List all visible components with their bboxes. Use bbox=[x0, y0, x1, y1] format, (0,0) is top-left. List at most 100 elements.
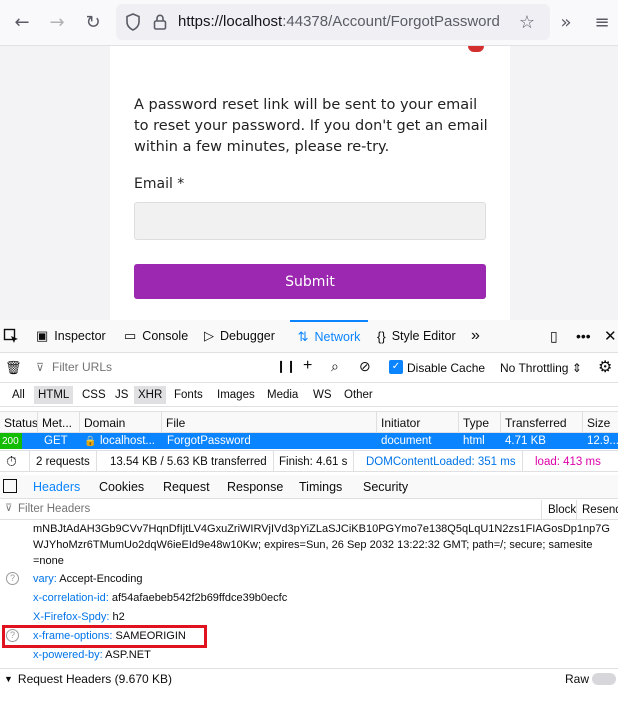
header-x-powered-by[interactable]: x-powered-by: ASP.NET bbox=[33, 647, 151, 663]
cell-size: 12.9... bbox=[587, 435, 618, 447]
url-text[interactable]: https://localhost:44378/Account/ForgotPa… bbox=[178, 13, 500, 30]
header-x-firefox-spdy[interactable]: X-Firefox-Spdy: h2 bbox=[33, 609, 125, 625]
type-images[interactable]: Images bbox=[213, 386, 259, 404]
tab-security[interactable]: Security bbox=[359, 475, 412, 498]
debugger-icon: ▷ bbox=[204, 328, 214, 343]
request-table-header: Status Met... Domain File Initiator Type… bbox=[0, 411, 618, 433]
type-css[interactable]: CSS bbox=[78, 386, 110, 404]
cookie-value-line: WJYhoMzr6TMumUo2dqW6ieEId9e48w10Kw; expi… bbox=[33, 539, 593, 551]
style-editor-icon: {} bbox=[377, 328, 386, 344]
type-other[interactable]: Other bbox=[340, 386, 377, 404]
type-ws[interactable]: WS bbox=[309, 386, 336, 404]
close-devtools-icon[interactable]: ✕ bbox=[604, 320, 617, 352]
header-vary[interactable]: vary: Accept-Encoding bbox=[33, 571, 142, 587]
type-js[interactable]: JS bbox=[111, 386, 132, 404]
forward-icon[interactable]: → bbox=[45, 10, 69, 34]
highlight-box bbox=[2, 625, 207, 648]
cell-domain: localhost... bbox=[100, 435, 155, 447]
raw-label: Raw bbox=[565, 672, 590, 686]
browser-toolbar: ← → ↻ https://localhost:44378/Account/Fo… bbox=[0, 0, 618, 46]
summary-size: 13.54 KB / 5.63 KB transferred bbox=[104, 451, 274, 472]
tab-console[interactable]: ▭ Console bbox=[124, 320, 188, 352]
headers-filter-bar: ⊽ Filter Headers Block Resend bbox=[0, 500, 618, 520]
tab-network[interactable]: ⇅ Network bbox=[290, 320, 368, 352]
type-media[interactable]: Media bbox=[263, 386, 302, 404]
col-initiator[interactable]: Initiator bbox=[377, 412, 459, 433]
network-icon: ⇅ bbox=[297, 329, 309, 344]
element-picker-icon[interactable] bbox=[3, 328, 19, 344]
block-icon[interactable]: ⊘ bbox=[359, 358, 371, 375]
devtools-panel: ▣ Inspector ▭ Console ▷ Debugger ⇅ Network {… bbox=[0, 320, 618, 709]
tab-headers[interactable]: Headers bbox=[29, 475, 84, 498]
type-fonts[interactable]: Fonts bbox=[170, 386, 207, 404]
bookmark-star-icon[interactable]: ☆ bbox=[515, 10, 539, 34]
col-type[interactable]: Type bbox=[459, 412, 501, 433]
trash-icon[interactable]: 🗑 bbox=[5, 360, 22, 376]
tab-debugger[interactable]: ▷ Debugger bbox=[204, 320, 275, 352]
col-status[interactable]: Status bbox=[0, 412, 38, 433]
lock-icon[interactable] bbox=[152, 13, 168, 31]
email-field[interactable] bbox=[134, 202, 486, 240]
type-filter-bar: All HTML CSS JS XHR Fonts Images Media W… bbox=[0, 383, 618, 407]
request-headers-label: Request Headers (9.670 KB) bbox=[17, 671, 173, 686]
cookie-value-line: =none bbox=[33, 555, 64, 567]
flag-icon[interactable] bbox=[468, 46, 484, 52]
overflow-chevron-icon[interactable]: » bbox=[554, 10, 578, 34]
filter-icon: ⊽ bbox=[5, 503, 13, 514]
add-icon[interactable]: + bbox=[303, 357, 312, 375]
cell-transferred: 4.71 KB bbox=[505, 435, 546, 447]
submit-button[interactable]: Submit bbox=[134, 264, 486, 299]
pause-icon[interactable]: ❙❙ bbox=[276, 359, 296, 373]
shield-icon[interactable] bbox=[125, 13, 141, 31]
help-icon[interactable]: ? bbox=[6, 572, 19, 585]
screenshot-root: ← → ↻ https://localhost:44378/Account/Fo… bbox=[0, 0, 618, 709]
menu-icon[interactable]: ≡ bbox=[590, 10, 614, 34]
more-tabs-icon[interactable]: » bbox=[471, 320, 480, 352]
col-method[interactable]: Met... bbox=[38, 412, 80, 433]
toggle-sidebar-icon[interactable] bbox=[3, 479, 17, 493]
filter-headers-input[interactable]: Filter Headers bbox=[18, 503, 90, 515]
tab-request[interactable]: Request bbox=[159, 475, 214, 498]
summary-finish: Finish: 4.61 s bbox=[273, 451, 355, 472]
request-detail-tabs: Headers Cookies Request Response Timings… bbox=[0, 475, 618, 499]
reset-instructions: A password reset link will be sent to yo… bbox=[134, 97, 488, 155]
tab-style-editor[interactable]: {} Style Editor bbox=[377, 320, 456, 352]
summary-requests: 2 requests bbox=[30, 451, 97, 472]
throttling-select[interactable]: No Throttling ⇕ bbox=[500, 361, 582, 375]
summary-domcontentloaded: DOMContentLoaded: 351 ms bbox=[360, 451, 523, 472]
devtools-tabbar: ▣ Inspector ▭ Console ▷ Debugger ⇅ Network {… bbox=[0, 320, 618, 353]
header-x-correlation-id[interactable]: x-correlation-id: af54afaebeb542f2b69ffd… bbox=[33, 590, 287, 606]
resend-button[interactable]: Resend bbox=[576, 500, 618, 520]
back-icon[interactable]: ← bbox=[10, 10, 34, 34]
dock-icon[interactable]: ▯ bbox=[550, 320, 558, 352]
filter-icon: ⊽ bbox=[36, 362, 45, 374]
inspector-icon: ▣ bbox=[36, 328, 49, 343]
type-html[interactable]: HTML bbox=[34, 386, 74, 404]
tab-cookies[interactable]: Cookies bbox=[95, 475, 148, 498]
tab-inspector[interactable]: ▣ Inspector bbox=[36, 320, 106, 352]
type-xhr[interactable]: XHR bbox=[134, 386, 167, 404]
block-button[interactable]: Block bbox=[541, 500, 576, 520]
gear-icon[interactable]: ⚙ bbox=[598, 357, 612, 377]
tab-response[interactable]: Response bbox=[223, 475, 287, 498]
options-icon[interactable]: ••• bbox=[576, 320, 591, 352]
raw-toggle[interactable] bbox=[592, 673, 616, 685]
search-icon[interactable]: ⌕ bbox=[331, 358, 339, 375]
type-all[interactable]: All bbox=[8, 386, 29, 404]
url-bar[interactable]: https://localhost:44378/Account/ForgotPa… bbox=[116, 4, 550, 40]
network-filterbar: 🗑 ⊽ Filter URLs ❙❙ + ⌕ ⊘ ✓ Disable Cache… bbox=[0, 353, 618, 383]
table-row[interactable]: 200 GET 🔒 localhost... ForgotPassword do… bbox=[0, 433, 618, 449]
filter-urls-input[interactable]: Filter URLs bbox=[52, 360, 112, 374]
console-icon: ▭ bbox=[124, 328, 137, 343]
disable-cache-checkbox[interactable]: ✓ bbox=[389, 360, 403, 374]
col-size[interactable]: Size bbox=[583, 412, 618, 433]
request-headers-section[interactable]: ▼ Request Headers (9.670 KB) Raw bbox=[0, 668, 618, 688]
col-domain[interactable]: Domain bbox=[80, 412, 162, 433]
col-file[interactable]: File bbox=[162, 412, 377, 433]
timer-icon: ⏱ bbox=[0, 451, 30, 472]
col-transferred[interactable]: Transferred bbox=[501, 412, 583, 433]
status-badge: 200 bbox=[0, 433, 22, 449]
reload-icon[interactable]: ↻ bbox=[81, 10, 105, 34]
tab-timings[interactable]: Timings bbox=[295, 475, 346, 498]
forgot-password-card: A password reset link will be sent to yo… bbox=[110, 46, 510, 320]
